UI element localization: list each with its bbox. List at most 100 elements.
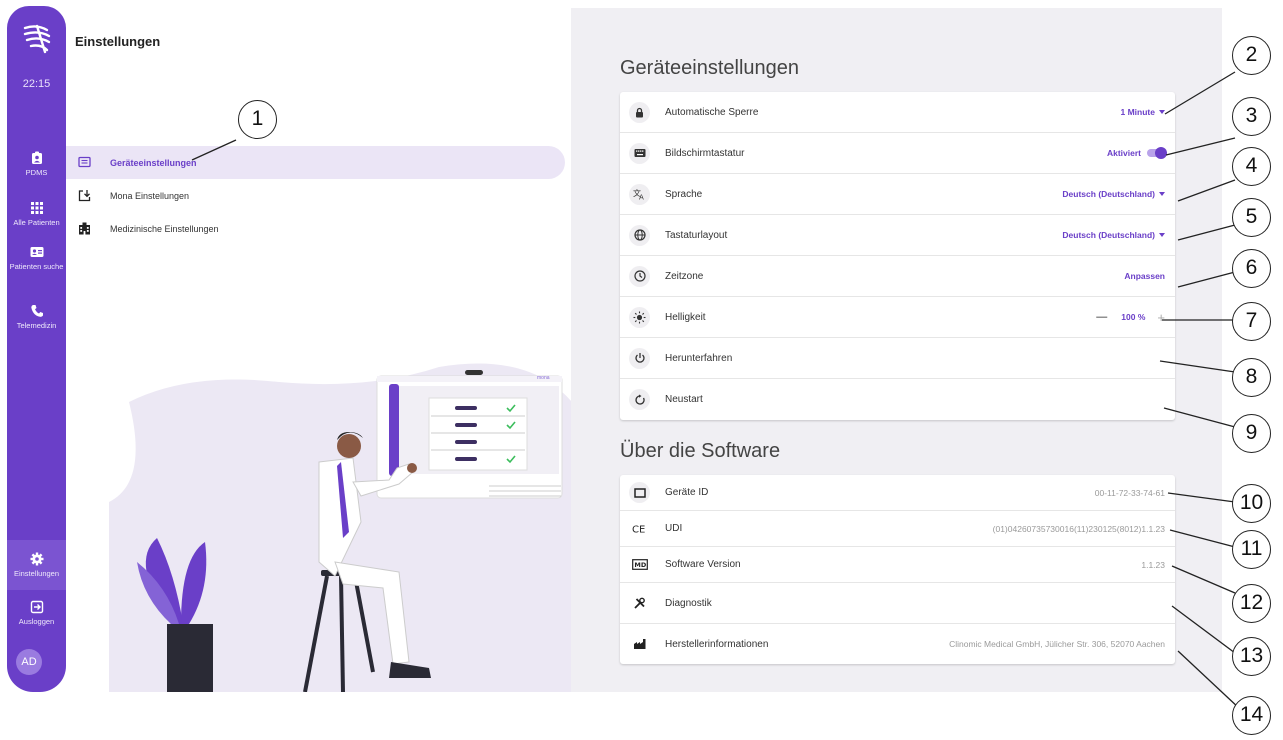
info-row-diagnostik[interactable]: Diagnostik: [620, 583, 1175, 624]
callout-11: 11: [1232, 530, 1271, 569]
caret-down-icon: [1159, 233, 1165, 237]
info-label: Herstellerinformationen: [665, 638, 769, 650]
info-label: UDI: [665, 523, 683, 534]
phone-icon: [30, 305, 43, 317]
rail-item-label: Patienten suche: [9, 262, 64, 271]
clipboard-user-icon: [31, 151, 42, 164]
hospital-icon: [79, 222, 90, 235]
setting-label: Herunterfahren: [665, 352, 733, 364]
callout-13: 13: [1232, 637, 1271, 676]
info-label: Software Version: [665, 559, 741, 570]
toggle-switch[interactable]: [1147, 147, 1167, 159]
timezone-adjust-button[interactable]: Anpassen: [1124, 271, 1165, 281]
setting-row-helligkeit[interactable]: Helligkeit — 100 % +: [620, 297, 1175, 338]
callout-9: 9: [1232, 414, 1271, 453]
rail-item-alle-patienten[interactable]: Alle Patienten: [7, 201, 66, 228]
restart-icon: [629, 389, 650, 410]
clock-icon: [629, 265, 650, 287]
section-title-geraeteeinstellungen: Geräteeinstellungen: [620, 57, 800, 79]
setting-row-herunterfahren[interactable]: Herunterfahren: [620, 338, 1175, 379]
setting-row-automatische-sperre[interactable]: Automatische Sperre 1 Minute: [620, 92, 1175, 133]
avatar[interactable]: AD: [16, 649, 42, 675]
keyboard-toggle[interactable]: Aktiviert: [1106, 147, 1167, 159]
setting-label: Sprache: [665, 188, 703, 200]
settings-illustration: mona: [109, 363, 572, 692]
brightness-value: 100 %: [1121, 312, 1146, 322]
device-id-value: 00-11-72-33-74-61: [1094, 487, 1165, 498]
info-row-geraete-id: Geräte ID 00-11-72-33-74-61: [620, 475, 1175, 511]
gear-icon: [30, 552, 43, 566]
callout-7: 7: [1232, 302, 1271, 341]
tools-icon: [629, 593, 650, 614]
logout-icon: [30, 600, 43, 614]
ce-mark-icon: CE: [629, 518, 650, 539]
info-row-software-version: MD Software Version 1.1.23: [620, 547, 1175, 583]
auto-lock-dropdown[interactable]: 1 Minute: [1121, 107, 1165, 117]
nav-item-label: Mona Einstellungen: [110, 190, 190, 201]
clock-time: 22:15: [22, 78, 51, 90]
rail-item-pdms[interactable]: PDMS: [7, 151, 66, 178]
udi-value: (01)04260735730016(11)230125(8012)1.1.23: [992, 523, 1165, 534]
page-title: Einstellungen: [75, 34, 161, 49]
rail-item-telemedizin[interactable]: Telemedizin: [7, 304, 66, 331]
lock-icon: [629, 101, 650, 123]
brightness-icon: [629, 306, 650, 328]
rail-item-label: PDMS: [25, 168, 48, 177]
callout-4: 4: [1232, 147, 1271, 186]
nav-item-label: Medizinische Einstellungen: [110, 223, 219, 234]
md-badge-icon: MD: [629, 554, 650, 575]
caret-down-icon: [1159, 110, 1165, 114]
mona-download-icon: [78, 190, 91, 202]
callout-10: 10: [1232, 484, 1271, 523]
rail-item-label: Telemedizin: [16, 321, 57, 330]
setting-row-zeitzone[interactable]: Zeitzone Anpassen: [620, 256, 1175, 297]
setting-row-bildschirmtastatur[interactable]: Bildschirmtastatur Aktiviert: [620, 133, 1175, 174]
logout-button[interactable]: Ausloggen: [7, 600, 66, 627]
callout-6: 6: [1232, 249, 1271, 288]
info-label: Diagnostik: [665, 597, 712, 609]
rail-item-label: Einstellungen: [13, 569, 60, 578]
patient-card-icon: [30, 247, 43, 257]
caret-down-icon: [1159, 192, 1165, 196]
keyboard-layout-dropdown[interactable]: Deutsch (Deutschland): [1062, 230, 1165, 240]
setting-label: Automatische Sperre: [665, 106, 759, 118]
setting-label: Helligkeit: [665, 311, 706, 323]
nav-item-mona-einstellungen[interactable]: Mona Einstellungen: [66, 179, 565, 212]
section-title-ueber-die-software: Über die Software: [620, 440, 781, 462]
svg-text:A: A: [639, 194, 644, 201]
brightness-decrease-button[interactable]: —: [1096, 311, 1107, 323]
brightness-increase-button[interactable]: +: [1157, 310, 1165, 325]
keyboard-toggle-value: Aktiviert: [1106, 148, 1141, 158]
info-row-udi: CE UDI (01)04260735730016(11)230125(8012…: [620, 511, 1175, 547]
language-dropdown[interactable]: Deutsch (Deutschland): [1062, 189, 1165, 199]
callout-1: 1: [238, 100, 277, 139]
info-label: Geräte ID: [665, 487, 709, 498]
nav-item-medizinische-einstellungen[interactable]: Medizinische Einstellungen: [66, 212, 565, 245]
svg-text:MD: MD: [634, 561, 646, 569]
callout-14: 14: [1232, 696, 1271, 735]
auto-lock-value: 1 Minute: [1120, 107, 1155, 117]
side-rail: 22:15 PDMS Alle Patienten Patienten such…: [7, 6, 66, 692]
setting-label: Zeitzone: [665, 270, 704, 282]
callout-8: 8: [1232, 358, 1271, 397]
device-settings-icon: [78, 156, 91, 168]
rail-item-einstellungen[interactable]: Einstellungen: [7, 540, 66, 590]
setting-row-neustart[interactable]: Neustart: [620, 379, 1175, 420]
setting-row-tastaturlayout[interactable]: Tastaturlayout Deutsch (Deutschland): [620, 215, 1175, 256]
setting-row-sprache[interactable]: 文A Sprache Deutsch (Deutschland): [620, 174, 1175, 215]
globe-icon: [629, 224, 650, 246]
factory-icon: [629, 634, 650, 655]
rail-item-label: Alle Patienten: [13, 218, 60, 227]
device-settings-card: Automatische Sperre 1 Minute Bildschirmt…: [620, 92, 1175, 420]
nav-item-geraeteeinstellungen[interactable]: Geräteeinstellungen: [66, 146, 565, 179]
callout-2: 2: [1232, 36, 1271, 75]
callout-3: 3: [1232, 97, 1271, 136]
svg-text:CE: CE: [632, 525, 645, 535]
device-id-icon: [629, 482, 650, 503]
callout-12: 12: [1232, 584, 1271, 623]
software-info-card: Geräte ID 00-11-72-33-74-61 CE UDI (01)0…: [620, 475, 1175, 664]
illustration-brand: mona: [537, 375, 550, 381]
language-value: Deutsch (Deutschland): [1062, 189, 1155, 199]
keyboard-layout-value: Deutsch (Deutschland): [1062, 230, 1155, 240]
rail-item-patienten-suche[interactable]: Patienten suche: [7, 245, 66, 272]
